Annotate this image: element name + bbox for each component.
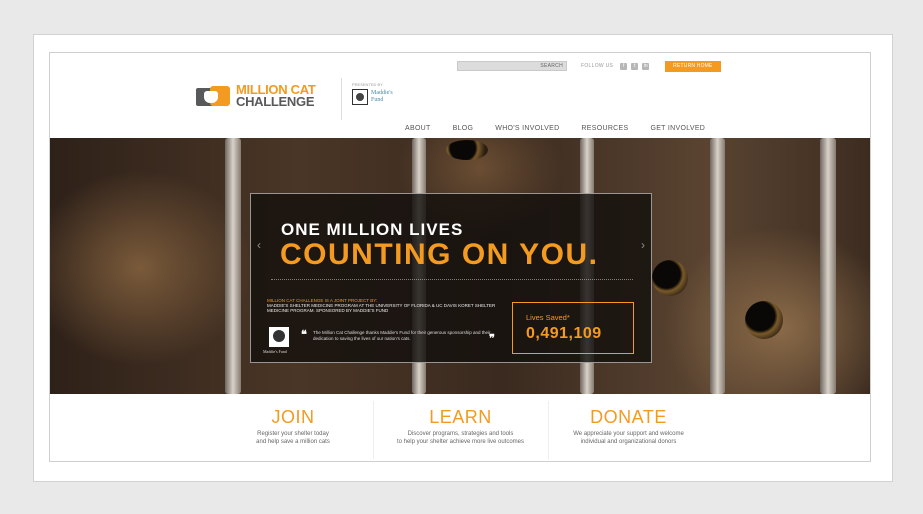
website: SEARCH FOLLOW US f t in RETURN HOME MILL…: [49, 52, 871, 462]
partner-caption: PRESENTED BY: [352, 82, 383, 87]
partner-name-line1: Maddie's: [371, 90, 393, 96]
nav-blog[interactable]: BLOG: [442, 125, 485, 132]
maddies-fund-seal-icon: [352, 89, 368, 105]
cage-bar: [710, 138, 725, 394]
project-credits-text: MADDIE'S SHELTER MEDICINE PROGRAM AT THE…: [267, 303, 496, 313]
cta-row: JOIN Register your shelter today and hel…: [50, 401, 870, 459]
site-logo[interactable]: MILLION CAT CHALLENGE: [196, 83, 316, 109]
nav-whos-involved[interactable]: WHO'S INVOLVED: [484, 125, 570, 132]
hero-headline-2: COUNTING ON YOU.: [280, 238, 599, 271]
nav-about[interactable]: ABOUT: [394, 125, 442, 132]
facebook-icon[interactable]: f: [620, 62, 628, 70]
cta-donate[interactable]: DONATE We appreciate your support and we…: [549, 401, 709, 459]
project-credits: MILLION CAT CHALLENGE IS A JOINT PROJECT…: [267, 298, 507, 313]
counter-label: Lives Saved*: [526, 313, 570, 322]
cat-eye: [745, 301, 783, 339]
return-home-button[interactable]: RETURN HOME: [665, 60, 721, 72]
cta-join-title[interactable]: JOIN: [214, 407, 373, 428]
nav-get-involved[interactable]: GET INVOLVED: [639, 125, 716, 132]
nav-resources[interactable]: RESOURCES: [570, 125, 639, 132]
follow-label: FOLLOW US: [581, 63, 614, 69]
logo-line2: CHALLENGE: [236, 94, 315, 109]
maddies-fund-seal-icon: [269, 327, 289, 347]
partner-name-line2: Fund: [371, 97, 384, 103]
seal-caption: Maddie's Fund: [263, 349, 287, 354]
header-divider: [341, 78, 342, 120]
cage-bar: [820, 138, 836, 394]
cta-donate-title[interactable]: DONATE: [549, 407, 709, 428]
next-arrow-icon[interactable]: ›: [641, 238, 645, 252]
cta-join[interactable]: JOIN Register your shelter today and hel…: [214, 401, 374, 459]
sponsor-quote: The Million Cat Challenge thanks Maddie'…: [313, 330, 491, 341]
cta-learn-desc-1: Discover programs, strategies and tools: [407, 431, 514, 437]
cat-logo-icon: [196, 84, 232, 108]
hero-headline-1: ONE MILLION LIVES: [281, 220, 464, 239]
dotted-divider: [271, 279, 633, 280]
partner-logo[interactable]: PRESENTED BY Maddie's Fund: [352, 82, 393, 105]
cta-donate-desc-1: We appreciate your support and welcome: [573, 431, 684, 437]
cage-bar: [225, 138, 241, 394]
main-nav: ABOUT BLOG WHO'S INVOLVED RESOURCES GET …: [394, 125, 716, 132]
twitter-icon[interactable]: t: [631, 62, 639, 70]
prev-arrow-icon[interactable]: ‹: [257, 238, 261, 252]
social-links: f t in: [620, 62, 650, 70]
hero-overlay-box: ‹ › ONE MILLION LIVES COUNTING ON YOU. M…: [250, 193, 652, 363]
cat-eye: [446, 140, 488, 160]
cta-learn[interactable]: LEARN Discover programs, strategies and …: [374, 401, 549, 459]
counter-value: 0,491,109: [526, 325, 602, 342]
linkedin-icon[interactable]: in: [642, 62, 650, 70]
cta-donate-desc-2: individual and organizational donors: [580, 438, 677, 445]
cta-learn-title[interactable]: LEARN: [374, 407, 548, 428]
search-input[interactable]: SEARCH: [457, 61, 567, 71]
cta-learn-desc-2: to help your shelter achieve more live o…: [396, 438, 525, 445]
cta-join-desc-2: and help save a million cats: [256, 438, 330, 445]
cat-eye: [652, 260, 688, 296]
search-button[interactable]: SEARCH: [540, 63, 563, 69]
hero-banner: ‹ › ONE MILLION LIVES COUNTING ON YOU. M…: [50, 138, 870, 394]
top-utility-bar: SEARCH FOLLOW US f t in RETURN HOME: [457, 60, 721, 72]
close-quote-icon: ❞: [489, 333, 495, 345]
lives-saved-counter: Lives Saved* 0,491,109: [512, 302, 634, 354]
cta-join-desc-1: Register your shelter today: [257, 431, 329, 437]
